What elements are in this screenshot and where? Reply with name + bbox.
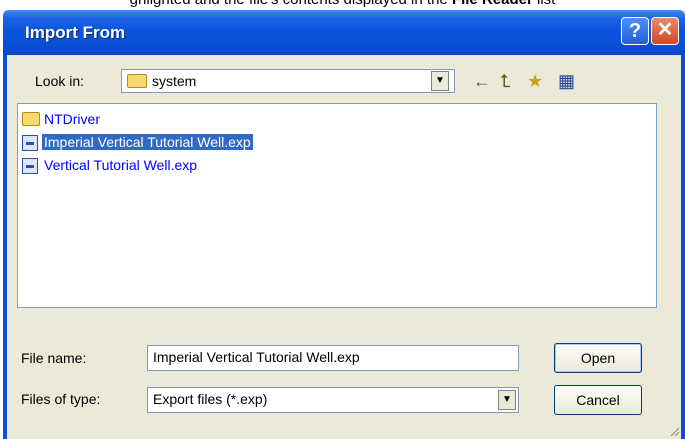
files-of-type-value: Export files (*.exp) [153,391,268,407]
files-of-type-dropdown-button[interactable]: ▼ [498,390,516,410]
exp-file-icon [22,158,38,174]
dialog-title: Import From [25,23,126,42]
exp-file-icon [22,135,38,151]
file-name-field[interactable]: Imperial Vertical Tutorial Well.exp [147,345,519,371]
file-name: NTDriver [44,111,100,127]
file-name: Vertical Tutorial Well.exp [44,157,198,173]
file-name-label: File name: [21,350,87,366]
help-button[interactable]: ? [621,17,649,45]
look-in-label: Look in: [35,73,85,89]
look-in-value: system [152,73,197,89]
back-icon[interactable]: ← [473,72,491,90]
caption-post: list [533,0,555,8]
file-list[interactable]: NTDriver Imperial Vertical Tutorial Well… [17,103,657,308]
caption-pre: ghlighted and the file's contents displa… [130,0,452,8]
cancel-button[interactable]: Cancel [554,385,642,415]
file-name: Imperial Vertical Tutorial Well.exp [42,134,253,150]
look-in-dropdown-button[interactable]: ▼ [431,71,449,91]
new-folder-icon[interactable]: ★ [527,72,543,90]
open-button[interactable]: Open [554,343,642,373]
title-bar[interactable]: Import From ? ✕ [3,10,685,55]
window-border-right [681,55,685,439]
close-button[interactable]: ✕ [651,17,679,45]
import-dialog: Import From ? ✕ Look in: system ▼ ← ⮤ ★ … [3,10,685,439]
files-of-type-select[interactable]: Export files (*.exp) ▼ [147,387,519,413]
caption-bold: File Reader [452,0,533,8]
page-caption: ghlighted and the file's contents displa… [0,0,685,9]
view-menu-icon[interactable]: ▦ [558,72,575,90]
window-border-left [3,55,7,439]
resize-grip-icon[interactable] [669,426,679,436]
folder-icon [127,74,147,88]
folder-icon [22,112,40,126]
look-in-combo[interactable]: system [121,69,455,93]
up-folder-icon[interactable]: ⮤ [500,72,511,90]
files-of-type-label: Files of type: [21,391,101,407]
